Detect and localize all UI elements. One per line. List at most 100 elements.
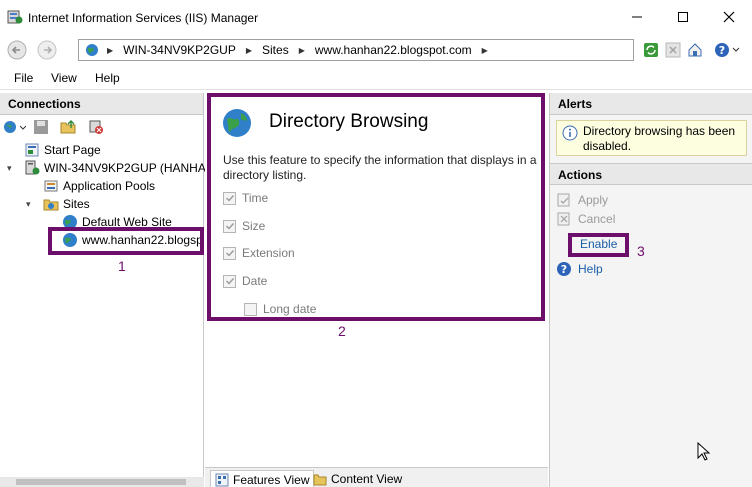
tab-content-view[interactable]: Content View: [309, 470, 406, 487]
cancel-icon: [557, 212, 570, 226]
home-button[interactable]: [684, 39, 706, 61]
globe-icon: [63, 233, 77, 247]
content-view-icon: [313, 474, 327, 486]
action-label: Cancel: [578, 212, 616, 226]
home-icon: [688, 43, 702, 57]
maximize-icon: [678, 12, 688, 22]
refresh-button[interactable]: [640, 39, 662, 61]
tree-label: WIN-34NV9KP2GUP (HANHA: [44, 161, 206, 175]
checkbox[interactable]: [244, 302, 257, 316]
tree-server[interactable]: WIN-34NV9KP2GUP (HANHA: [24, 159, 206, 177]
help-dropdown-button[interactable]: ?: [712, 39, 742, 61]
close-icon: [723, 11, 735, 23]
tab-features-view[interactable]: Features View: [210, 470, 315, 487]
checkbox[interactable]: [223, 246, 236, 260]
menu-help[interactable]: Help: [95, 71, 120, 85]
feature-pane: Directory Browsing Use this feature to s…: [205, 93, 548, 487]
minimize-icon: [632, 16, 642, 18]
option-long-date[interactable]: Long date: [244, 302, 316, 316]
breadcrumb-separator: ▶: [298, 45, 305, 55]
tab-label: Content View: [331, 472, 403, 486]
stop-icon: [665, 42, 681, 58]
back-button[interactable]: [6, 39, 28, 61]
minimize-button[interactable]: [614, 0, 660, 34]
address-field[interactable]: ▶ WIN-34NV9KP2GUP ▶ Sites ▶ www.hanhan22…: [78, 39, 634, 61]
menu-view[interactable]: View: [51, 71, 77, 85]
tree-label: Sites: [63, 197, 90, 211]
apply-action[interactable]: Apply: [556, 192, 608, 208]
option-date[interactable]: Date: [223, 274, 267, 288]
connections-header: Connections: [0, 93, 203, 115]
actions-header: Actions: [550, 163, 752, 185]
connect-icon[interactable]: [3, 119, 19, 135]
collapse-icon[interactable]: ▾: [7, 163, 12, 174]
server-icon: [25, 160, 40, 175]
help-icon: ?: [715, 43, 729, 57]
maximize-button[interactable]: [660, 0, 706, 34]
save-icon[interactable]: [33, 119, 49, 135]
option-extension[interactable]: Extension: [223, 246, 295, 260]
iis-app-icon: [7, 10, 23, 24]
tree-sites[interactable]: Sites: [43, 195, 90, 213]
checkbox[interactable]: [223, 191, 236, 205]
chevron-down-icon: [732, 47, 740, 52]
info-icon: [562, 125, 578, 141]
collapse-icon[interactable]: ▾: [26, 199, 31, 210]
chevron-down-icon[interactable]: [20, 125, 26, 131]
annotation-3: 3: [637, 243, 645, 259]
apply-icon: [557, 193, 570, 207]
tree-label: www.hanhan22.blogsp: [82, 233, 203, 247]
tree-selected-site[interactable]: www.hanhan22.blogsp: [62, 231, 203, 249]
application-pools-icon: [44, 180, 58, 192]
tree-label: Default Web Site: [82, 215, 172, 229]
folder-up-icon[interactable]: [60, 119, 76, 135]
svg-text:?: ?: [561, 263, 567, 276]
globe-icon: [63, 215, 77, 229]
option-size[interactable]: Size: [223, 219, 265, 233]
forward-button[interactable]: [36, 39, 58, 61]
breadcrumb-sites[interactable]: Sites: [262, 43, 289, 57]
actions-pane: Alerts Directory browsing has been disab…: [549, 93, 752, 487]
disconnect-icon[interactable]: [88, 119, 104, 135]
checkmark-icon: [225, 195, 234, 202]
checkmark-icon: [225, 278, 234, 285]
forward-arrow-icon: [37, 40, 57, 60]
breadcrumb-site[interactable]: www.hanhan22.blogspot.com: [315, 43, 472, 57]
connections-pane: Connections Start Page ▾ WIN-34NV9KP2GUP…: [0, 93, 206, 487]
cancel-action[interactable]: Cancel: [556, 211, 615, 227]
title-bar: Internet Information Services (IIS) Mana…: [0, 0, 752, 34]
refresh-icon: [644, 43, 658, 57]
tree-start-page[interactable]: Start Page: [24, 141, 101, 159]
feature-title: Directory Browsing: [269, 111, 429, 132]
checkbox[interactable]: [223, 274, 236, 288]
action-label: Enable: [580, 237, 618, 251]
checkmark-icon: [225, 250, 234, 257]
svg-text:?: ?: [719, 44, 725, 57]
tree-default-web-site[interactable]: Default Web Site: [62, 213, 172, 231]
alert-message-box: Directory browsing has been disabled.: [556, 120, 747, 156]
connections-toolbar: [0, 115, 203, 139]
help-action[interactable]: ? Help: [556, 261, 603, 277]
window-title: Internet Information Services (IIS) Mana…: [28, 11, 259, 25]
scrollbar-thumb[interactable]: [16, 479, 186, 485]
checkbox[interactable]: [223, 219, 236, 233]
horizontal-scrollbar[interactable]: [0, 477, 204, 487]
option-label: Date: [242, 274, 268, 288]
breadcrumb-separator: ▶: [107, 45, 114, 55]
tree-application-pools[interactable]: Application Pools: [43, 177, 155, 195]
address-toolbar: ▶ WIN-34NV9KP2GUP ▶ Sites ▶ www.hanhan22…: [0, 34, 752, 66]
option-time[interactable]: Time: [223, 191, 268, 205]
close-button[interactable]: [706, 0, 752, 34]
mouse-cursor-icon: [697, 442, 711, 461]
view-tabs: Features View Content View: [205, 467, 548, 487]
help-icon: ?: [557, 262, 571, 276]
breadcrumb-server[interactable]: WIN-34NV9KP2GUP: [123, 43, 236, 57]
menu-file[interactable]: File: [14, 71, 33, 85]
enable-action[interactable]: Enable: [580, 237, 617, 251]
stop-button[interactable]: [662, 39, 684, 61]
directory-browsing-panel: Directory Browsing Use this feature to s…: [207, 93, 545, 321]
start-page-icon: [25, 143, 39, 157]
tree-label: Start Page: [44, 143, 101, 157]
features-view-icon: [215, 473, 229, 486]
option-label: Size: [242, 219, 266, 233]
